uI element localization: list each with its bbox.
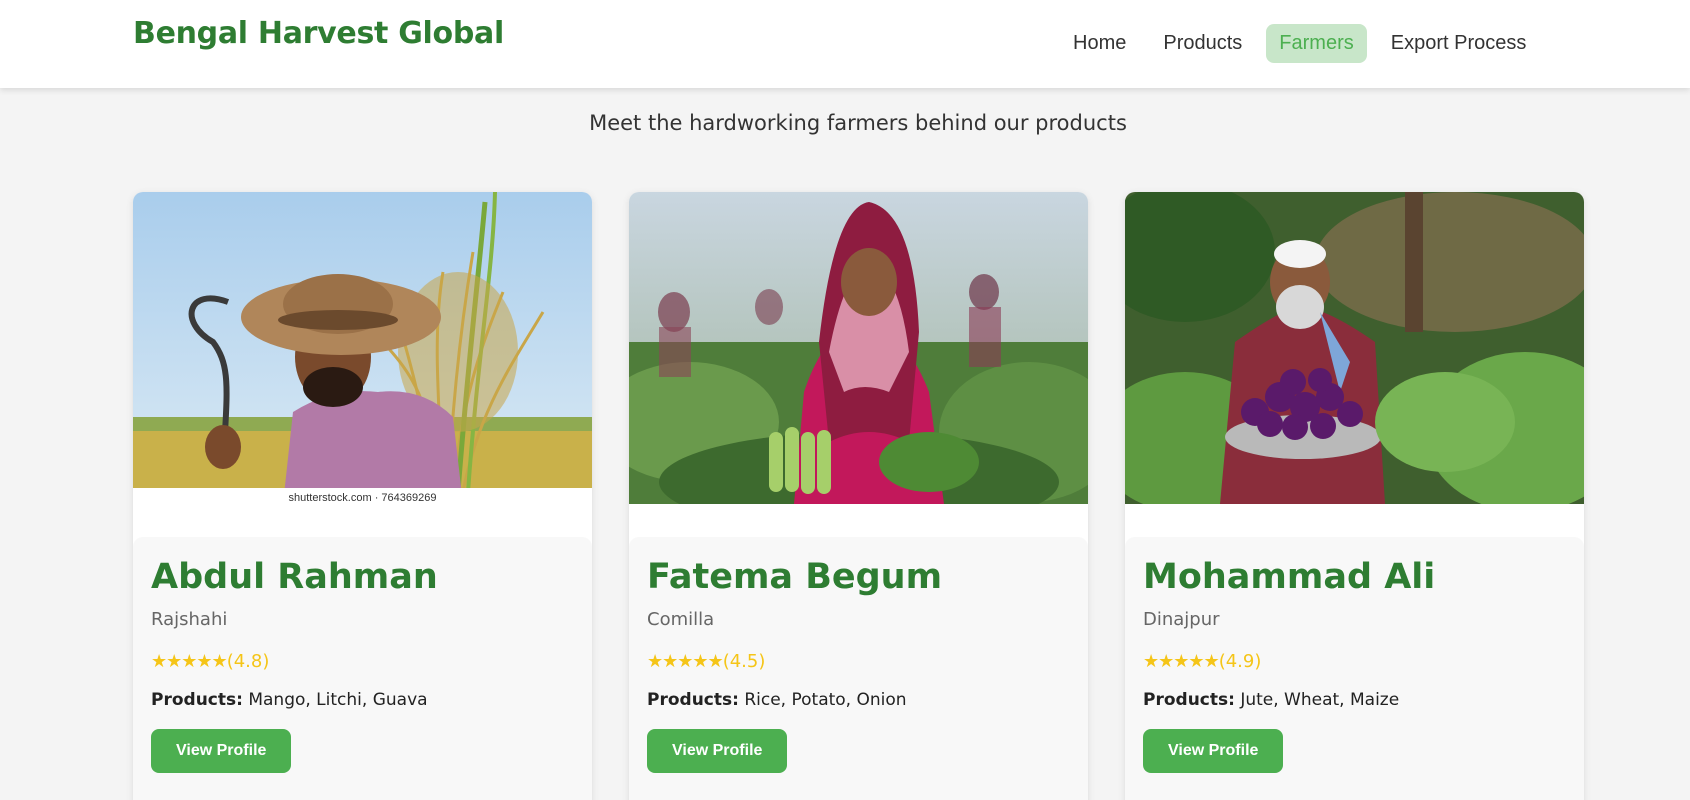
farmer-name: Abdul Rahman	[151, 557, 438, 597]
farmer-products: Products: Rice, Potato, Onion	[647, 690, 1070, 710]
farmer-card: Fatema Begum Comilla ★★★★★ (4.5) Products…	[629, 192, 1088, 800]
view-profile-button[interactable]: View Profile	[151, 729, 292, 773]
farmer-products: Products: Jute, Wheat, Maize	[1143, 690, 1566, 710]
farmer-rating: ★★★★★ (4.5)	[647, 651, 1070, 672]
nav-link-products[interactable]: Products	[1150, 24, 1255, 63]
nav-link-export-process[interactable]: Export Process	[1378, 24, 1540, 63]
farmer-card: Mohammad Ali Dinajpur ★★★★★ (4.9) Product…	[1125, 192, 1584, 800]
farmer-card-grid: shutterstock.com · 764369269 Abdul Rahma…	[133, 192, 1584, 800]
farmer-rating: ★★★★★ (4.9)	[1143, 651, 1566, 672]
farmer-card-body: Fatema Begum Comilla ★★★★★ (4.5) Products…	[629, 537, 1088, 800]
main-nav: Home Products Farmers Export Process	[1060, 24, 1550, 63]
farmer-card-body: Mohammad Ali Dinajpur ★★★★★ (4.9) Product…	[1125, 537, 1584, 800]
page-subtitle: Meet the hardworking farmers behind our …	[589, 111, 1127, 135]
farmer-rating: ★★★★★ (4.8)	[151, 651, 574, 672]
farmer-name: Mohammad Ali	[1143, 557, 1436, 597]
products-label: Products:	[1143, 690, 1235, 710]
farmer-region: Dinajpur	[1143, 609, 1220, 630]
products-label: Products:	[151, 690, 243, 710]
star-rating-icon: ★★★★★	[647, 651, 724, 672]
nav-link-home[interactable]: Home	[1060, 24, 1139, 63]
farmer-region: Rajshahi	[151, 609, 228, 630]
nav-link-farmers[interactable]: Farmers	[1266, 24, 1367, 63]
farmer-name: Fatema Begum	[647, 557, 943, 597]
farmer-region: Comilla	[647, 609, 715, 630]
rating-value: (4.9)	[1218, 651, 1262, 672]
farmer-products: Products: Mango, Litchi, Guava	[151, 690, 574, 710]
star-rating-icon: ★★★★★	[1143, 651, 1220, 672]
star-rating-icon: ★★★★★	[151, 651, 228, 672]
farmer-photo	[1125, 192, 1584, 504]
products-value: Mango, Litchi, Guava	[248, 690, 428, 710]
farmer-photo	[629, 192, 1088, 504]
rating-value: (4.8)	[226, 651, 270, 672]
farmer-card: shutterstock.com · 764369269 Abdul Rahma…	[133, 192, 592, 800]
view-profile-button[interactable]: View Profile	[647, 729, 788, 773]
view-profile-button[interactable]: View Profile	[1143, 729, 1284, 773]
products-value: Jute, Wheat, Maize	[1240, 690, 1400, 710]
site-header: Bengal Harvest Global Home Products Farm…	[0, 0, 1690, 88]
photo-watermark: shutterstock.com · 764369269	[133, 488, 592, 504]
rating-value: (4.5)	[722, 651, 766, 672]
brand-logo-text[interactable]: Bengal Harvest Global	[133, 16, 504, 51]
farmer-card-body: Abdul Rahman Rajshahi ★★★★★ (4.8) Product…	[133, 537, 592, 800]
products-value: Rice, Potato, Onion	[744, 690, 907, 710]
products-label: Products:	[647, 690, 739, 710]
farmer-photo: shutterstock.com · 764369269	[133, 192, 592, 504]
